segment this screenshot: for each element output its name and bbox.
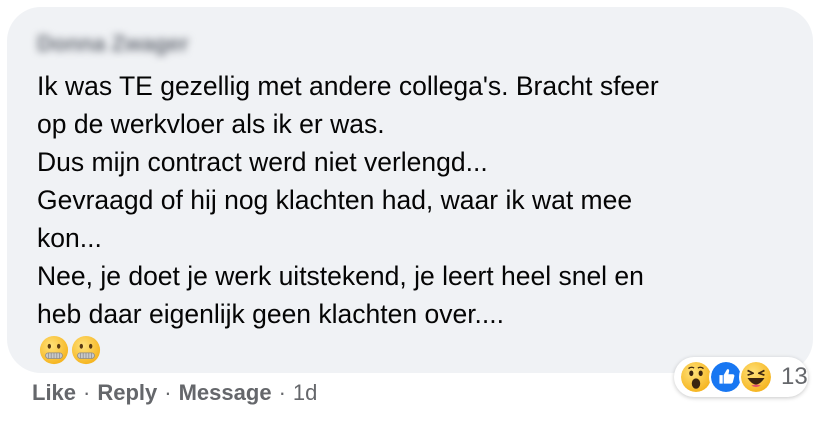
separator: · [164, 380, 172, 405]
reactions-summary[interactable]: 13 [674, 357, 808, 397]
like-link[interactable]: Like [32, 380, 76, 406]
comment-line: Nee, je doet je werk uitstekend, je leer… [37, 261, 644, 291]
comment-text: Ik was TE gezellig met andere collega's.… [37, 67, 797, 333]
timestamp[interactable]: 1d [293, 380, 317, 406]
wow-icon [679, 360, 713, 394]
comment-line: Gevraagd of hij nog klachten had, waar i… [37, 185, 633, 215]
comment-line: heb daar eigenlijk geen klachten over...… [37, 299, 505, 329]
message-link[interactable]: Message [179, 380, 272, 406]
comment-line: Dus mijn contract werd niet verlengd... [37, 147, 488, 177]
reply-link[interactable]: Reply [97, 380, 157, 406]
haha-icon [739, 360, 773, 394]
separator: · [278, 380, 286, 405]
comment-bubble: Donna Zwager Ik was TE gezellig met ande… [7, 7, 813, 373]
comment-actions: Like · Reply · Message · 1d [32, 380, 317, 406]
separator: · [83, 380, 91, 405]
zipper-mouth-face-icon [71, 335, 101, 365]
comment-author[interactable]: Donna Zwager [37, 31, 189, 57]
reaction-count: 13 [781, 363, 808, 390]
comment-line: Ik was TE gezellig met andere collega's.… [37, 71, 659, 101]
comment-line: kon... [37, 223, 102, 253]
zipper-mouth-face-icon [39, 335, 69, 365]
emoji-row [39, 335, 101, 365]
comment-line: op de werkvloer als ik er was. [37, 109, 385, 139]
like-icon [709, 360, 743, 394]
